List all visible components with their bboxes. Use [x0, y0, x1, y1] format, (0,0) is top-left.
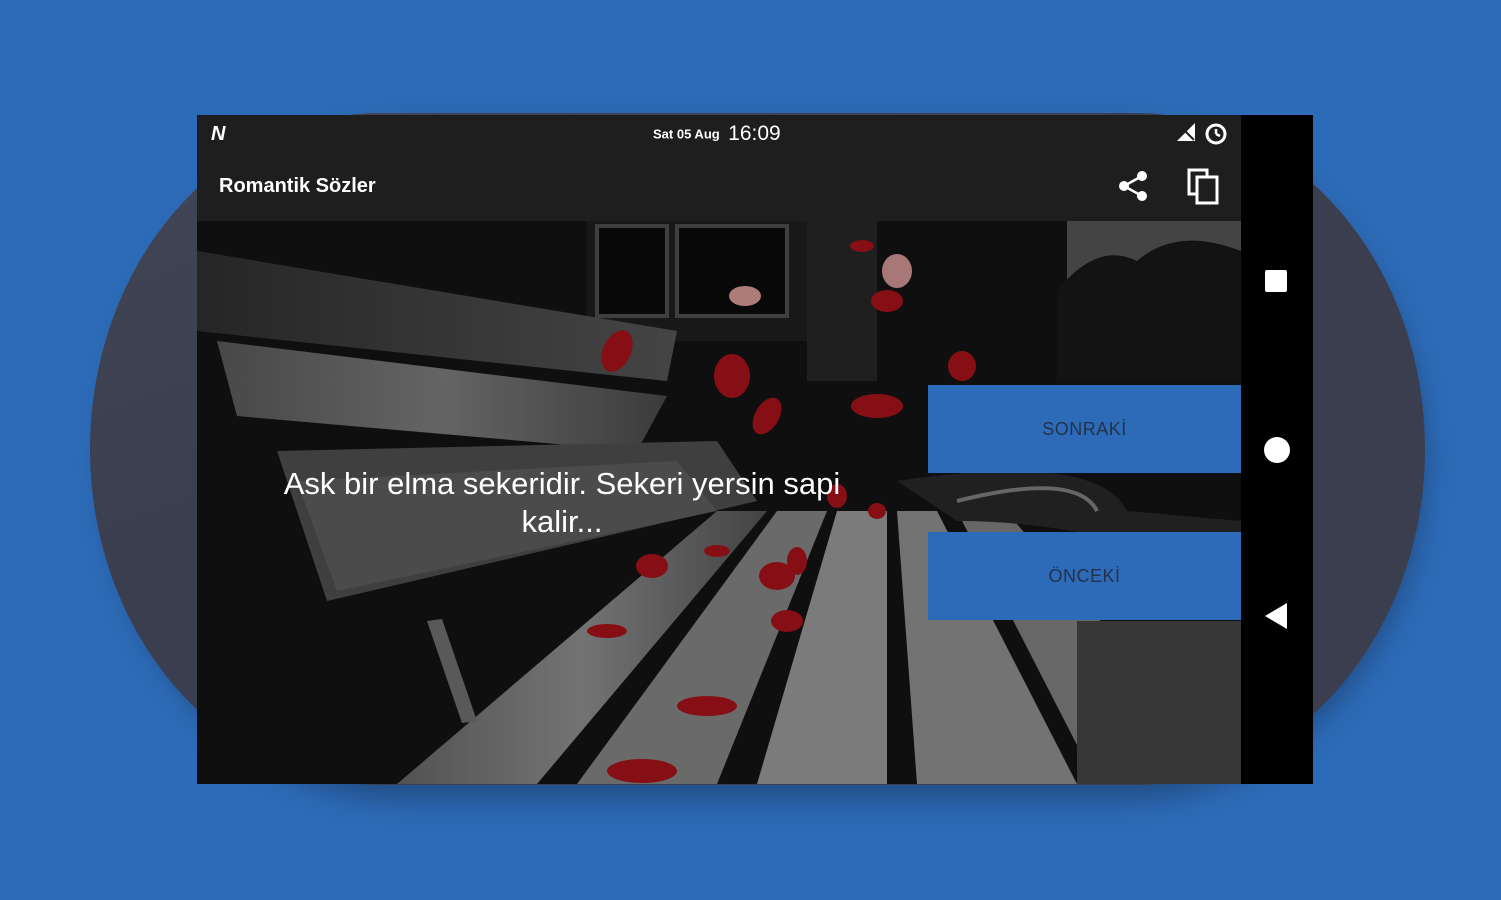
app-toolbar: Romantik Sözler	[197, 153, 1241, 221]
share-icon[interactable]	[1115, 166, 1151, 206]
n-notification-icon: N	[211, 123, 226, 145]
alarm-clock-icon	[1205, 123, 1227, 145]
status-bar: N Sat 05 Aug 16:09	[197, 115, 1241, 153]
app-screen: N Sat 05 Aug 16:09 Romantik Sözler Ask b…	[197, 115, 1241, 784]
app-title: Romantik Sözler	[219, 175, 376, 197]
navigation-bar	[1241, 115, 1313, 784]
status-time: 16:09	[728, 122, 781, 145]
quote-content-area: Ask bir elma sekeridir. Sekeri yersin sa…	[197, 221, 1241, 784]
quote-text: Ask bir elma sekeridir. Sekeri yersin sa…	[283, 466, 841, 539]
recent-apps-icon[interactable]	[1265, 270, 1287, 292]
copy-icon[interactable]	[1185, 166, 1221, 206]
home-icon[interactable]	[1264, 437, 1290, 463]
signal-icon	[1177, 123, 1195, 141]
next-button[interactable]: SONRAKİ	[928, 385, 1241, 473]
previous-button[interactable]: ÖNCEKİ	[928, 532, 1241, 620]
status-clock-area: Sat 05 Aug 16:09	[653, 122, 781, 146]
status-date: Sat 05 Aug	[653, 126, 720, 142]
back-icon[interactable]	[1265, 603, 1287, 629]
